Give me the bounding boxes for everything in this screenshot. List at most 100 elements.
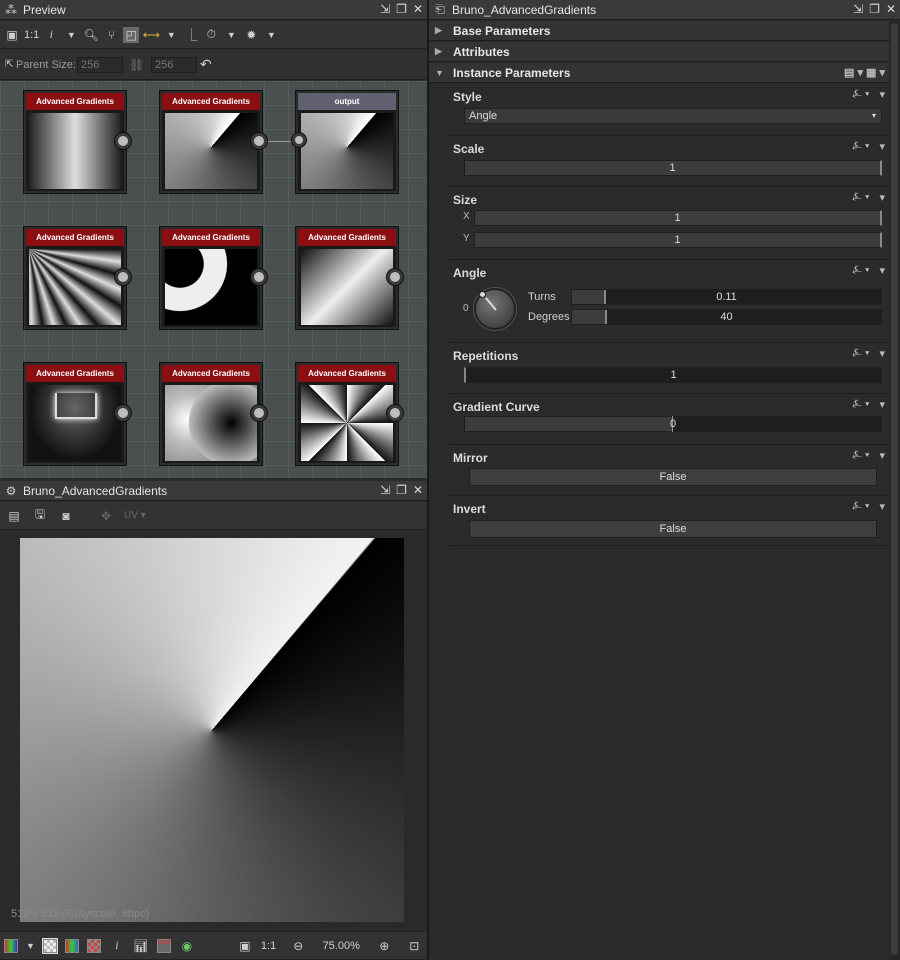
pin-icon[interactable]: ⇲ — [853, 2, 863, 16]
checker-icon[interactable] — [41, 937, 58, 954]
param-options[interactable]: ⍼ ▾ ▾ — [852, 398, 885, 411]
param-options[interactable]: ⍼ ▾ ▾ — [852, 88, 885, 101]
chain-link-icon[interactable]: ⛓ — [129, 58, 144, 72]
turns-slider[interactable]: 0.11 — [571, 289, 882, 305]
function-icon[interactable]: ⍼ ▾ — [852, 449, 869, 462]
search-icon[interactable]: 🔍︎ — [83, 27, 99, 43]
mirror-toggle[interactable]: False — [469, 468, 877, 486]
float-icon[interactable]: ❐ — [396, 483, 407, 497]
scrollbar[interactable] — [889, 21, 900, 960]
function-icon[interactable]: ⍼ ▾ — [852, 191, 869, 204]
lock-icon[interactable]: ⊡ — [406, 938, 422, 954]
chevron-down-icon[interactable]: ▾ — [879, 264, 885, 277]
reset-icon[interactable]: ↶ — [200, 56, 212, 73]
float-icon[interactable]: ❐ — [869, 2, 880, 16]
output-port[interactable] — [251, 133, 267, 149]
layout-icon[interactable]: ⑂ — [103, 27, 119, 43]
close-icon[interactable]: ✕ — [413, 483, 423, 497]
function-icon[interactable]: ⍼ ▾ — [852, 264, 869, 277]
image-viewport[interactable]: 512 x 512 (Grayscale, 8bpc) — [0, 531, 427, 931]
chevron-down-icon[interactable]: ▾ — [879, 191, 885, 204]
node-card[interactable]: Advanced Gradients — [24, 363, 126, 465]
gradient-curve-slider[interactable]: 0 — [464, 416, 882, 432]
chevron-down-icon[interactable]: ▾ — [879, 500, 885, 513]
height-input[interactable]: 256 — [151, 57, 197, 73]
output-port[interactable] — [115, 269, 131, 285]
node-card[interactable]: Advanced Gradients — [24, 91, 126, 193]
chevron-down-icon[interactable]: ▼ — [163, 27, 179, 43]
zoom-out-icon[interactable]: ⊖ — [290, 938, 306, 954]
color-icon[interactable] — [64, 938, 79, 953]
zoom-1to1-button[interactable]: 1:1 — [24, 29, 39, 41]
chevron-down-icon[interactable]: ▾ — [879, 140, 885, 153]
output-port[interactable] — [251, 269, 267, 285]
node-card[interactable]: Advanced Gradients — [160, 363, 262, 465]
section-instance-parameters[interactable]: ▼ Instance Parameters ▤ ▾ ▦ ▾ — [429, 63, 889, 83]
uv-dropdown[interactable]: UV ▾ — [124, 510, 146, 521]
color-wheel-icon[interactable]: ◉ — [179, 938, 195, 954]
rgb-icon[interactable]: RGB — [156, 938, 171, 953]
param-options[interactable]: ⍼ ▾ ▾ — [852, 347, 885, 360]
node-card[interactable]: Advanced Gradients — [296, 363, 398, 465]
camera-icon[interactable]: ◙ — [58, 508, 74, 524]
section-base-parameters[interactable]: ▶ Base Parameters — [429, 21, 889, 41]
angle-dial[interactable] — [474, 288, 516, 330]
graph-canvas[interactable]: Advanced Gradients Advanced Gradients ou… — [0, 81, 427, 478]
chevron-down-icon[interactable]: ▼ — [263, 27, 279, 43]
pin-icon[interactable]: ⇲ — [380, 2, 390, 16]
function-icon[interactable]: ⍼ ▾ — [852, 398, 869, 411]
save-image-icon[interactable]: 🖫 — [32, 507, 48, 524]
chevron-down-icon[interactable]: ▾ — [879, 398, 885, 411]
pin-icon[interactable]: ⇲ — [380, 483, 390, 497]
zoom-in-icon[interactable]: ⊕ — [376, 938, 392, 954]
param-options[interactable]: ⍼ ▾ ▾ — [852, 191, 885, 204]
info-button[interactable]: i — [109, 938, 125, 954]
zoom-1to1-button[interactable]: 1:1 — [261, 940, 276, 952]
chevron-down-icon[interactable]: ▼ — [223, 27, 239, 43]
size-y-slider[interactable]: 1 — [474, 232, 882, 248]
histogram-icon[interactable]: 📊︎ — [133, 938, 149, 954]
width-input[interactable]: 256 — [77, 57, 123, 73]
chevron-down-icon[interactable]: ▾ — [879, 88, 885, 101]
repetitions-slider[interactable]: 1 — [464, 367, 882, 383]
float-icon[interactable]: ❐ — [396, 2, 407, 16]
chevron-down-icon[interactable]: ▾ — [879, 449, 885, 462]
output-port[interactable] — [115, 405, 131, 421]
function-icon[interactable]: ⍼ ▾ — [852, 140, 869, 153]
node-card[interactable]: Advanced Gradients — [160, 91, 262, 193]
size-x-slider[interactable]: 1 — [474, 210, 882, 226]
output-port[interactable] — [115, 133, 131, 149]
function-icon[interactable]: ⍼ ▾ — [852, 88, 869, 101]
function-icon[interactable]: ⍼ ▾ — [852, 347, 869, 360]
chevron-down-icon[interactable]: ▾ — [879, 347, 885, 360]
compare-icon[interactable]: ▤ — [6, 508, 22, 524]
preset-icons[interactable]: ▤ ▾ ▦ ▾ — [844, 66, 885, 79]
fit-view-icon[interactable]: ▣ — [4, 27, 20, 43]
function-icon[interactable]: ⍼ ▾ — [852, 500, 869, 513]
invert-toggle[interactable]: False — [469, 520, 877, 538]
section-attributes[interactable]: ▶ Attributes — [429, 42, 889, 62]
transform-icon[interactable]: ✥ — [98, 508, 114, 524]
node-card[interactable]: output — [296, 91, 398, 193]
degrees-slider[interactable]: 40 — [571, 309, 882, 325]
close-icon[interactable]: ✕ — [886, 2, 896, 16]
node-card[interactable]: Advanced Gradients — [160, 227, 262, 329]
node-card[interactable]: Advanced Gradients — [296, 227, 398, 329]
output-port[interactable] — [251, 405, 267, 421]
param-options[interactable]: ⍼ ▾ ▾ — [852, 140, 885, 153]
close-icon[interactable]: ✕ — [413, 2, 423, 16]
output-port[interactable] — [387, 405, 403, 421]
scale-slider[interactable]: 1 — [464, 160, 882, 176]
fit-view-icon[interactable]: ▣ — [237, 938, 253, 954]
node-card[interactable]: Advanced Gradients — [24, 227, 126, 329]
param-options[interactable]: ⍼ ▾ ▾ — [852, 500, 885, 513]
param-options[interactable]: ⍼ ▾ ▾ — [852, 264, 885, 277]
settings-icon[interactable]: ✹ — [243, 27, 259, 43]
channels-icon[interactable] — [4, 938, 18, 953]
link-icon[interactable]: ⟷ — [143, 27, 160, 43]
frame-icon[interactable]: ◰ — [123, 26, 140, 43]
output-port[interactable] — [387, 269, 403, 285]
tiling-icon[interactable] — [86, 938, 101, 953]
chevron-down-icon[interactable]: ▼ — [63, 27, 79, 43]
timer-icon[interactable]: ⏱ — [203, 27, 219, 43]
